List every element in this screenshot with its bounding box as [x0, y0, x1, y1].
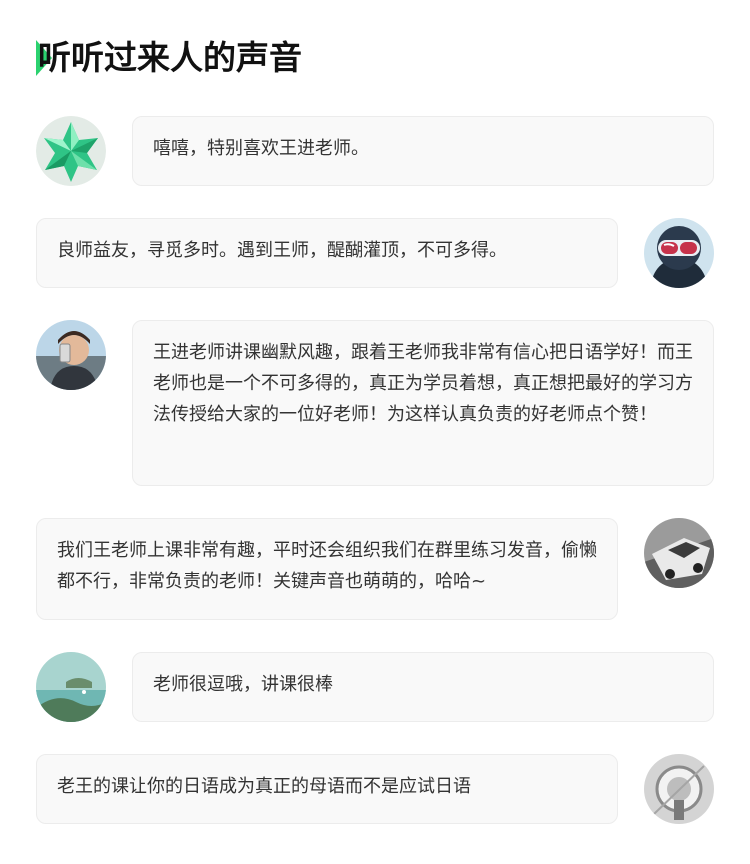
testimonial-item: 嘻嘻，特别喜欢王进老师。 — [36, 116, 714, 186]
section-title: 听听过来人的声音 — [38, 38, 302, 77]
testimonial-bubble: 我们王老师上课非常有趣，平时还会组织我们在群里练习发音，偷懒都不行，非常负责的老… — [36, 518, 618, 620]
ski-goggles-avatar — [644, 218, 714, 288]
car-avatar — [644, 518, 714, 588]
lake-avatar — [36, 652, 106, 722]
testimonial-item: 老王的课让你的日语成为真正的母语而不是应试日语 — [36, 754, 714, 824]
green-star-icon — [36, 116, 106, 186]
testimonial-bubble: 老师很逗哦，讲课很棒 — [132, 652, 714, 722]
selfie-avatar — [36, 320, 106, 390]
testimonial-bubble: 嘻嘻，特别喜欢王进老师。 — [132, 116, 714, 186]
testimonial-item: 我们王老师上课非常有趣，平时还会组织我们在群里练习发音，偷懒都不行，非常负责的老… — [36, 518, 714, 620]
monochrome-avatar — [644, 754, 714, 824]
testimonial-item: 良师益友，寻觅多时。遇到王师，醍醐灌顶，不可多得。 — [36, 218, 714, 288]
testimonial-bubble: 良师益友，寻觅多时。遇到王师，醍醐灌顶，不可多得。 — [36, 218, 618, 288]
testimonial-item: 王进老师讲课幽默风趣，跟着王老师我非常有信心把日语学好！而王老师也是一个不可多得… — [36, 320, 714, 486]
testimonial-item: 老师很逗哦，讲课很棒 — [36, 652, 714, 722]
testimonial-bubble: 老王的课让你的日语成为真正的母语而不是应试日语 — [36, 754, 618, 824]
testimonial-bubble: 王进老师讲课幽默风趣，跟着王老师我非常有信心把日语学好！而王老师也是一个不可多得… — [132, 320, 714, 486]
